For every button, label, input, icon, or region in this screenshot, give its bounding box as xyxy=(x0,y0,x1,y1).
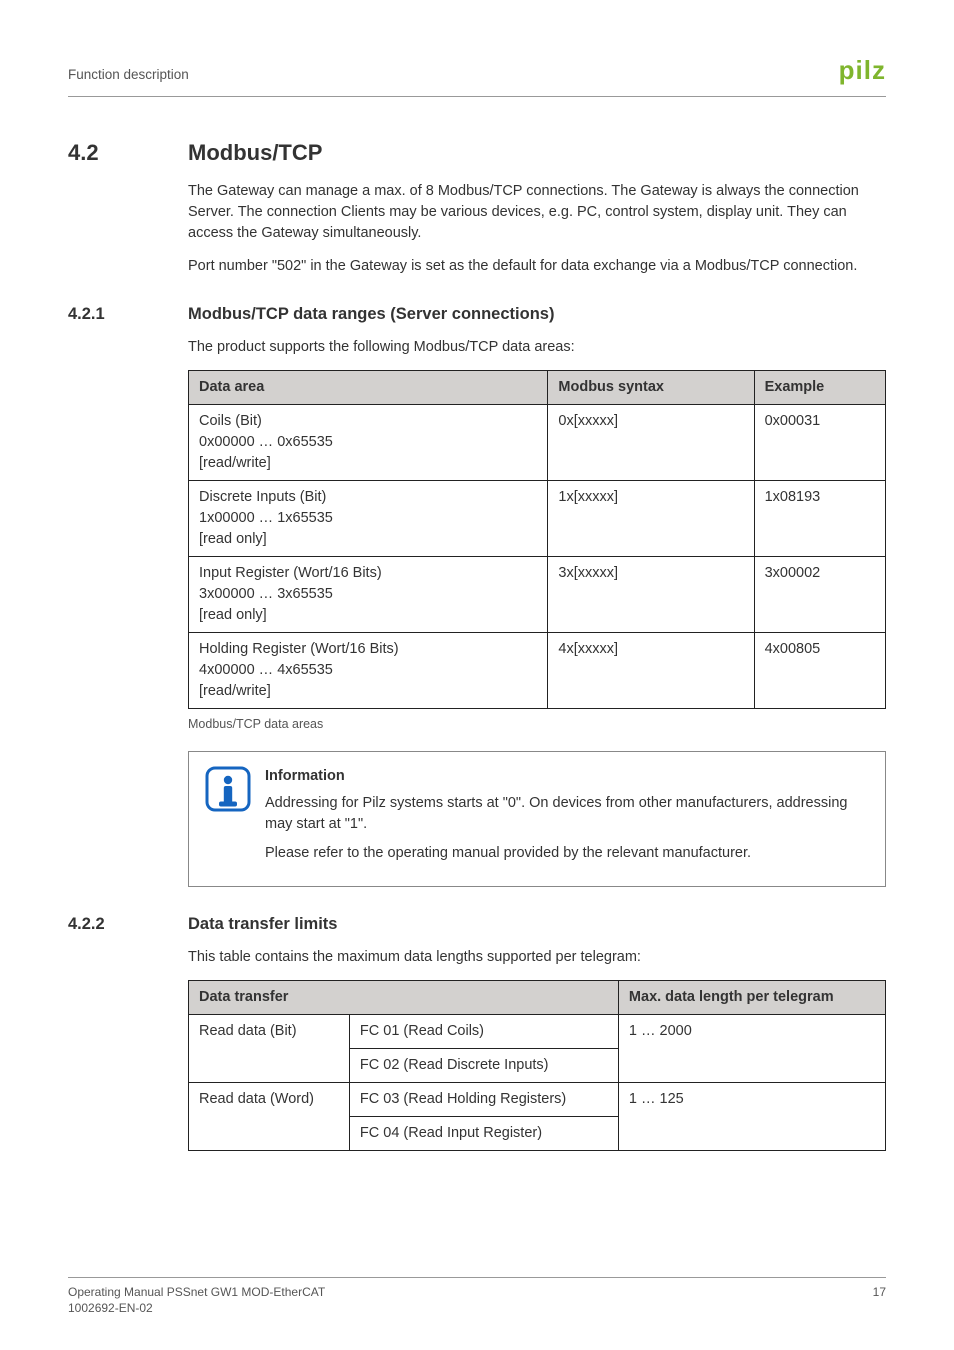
heading-number: 4.2.1 xyxy=(68,303,188,327)
table-cell: 1x[xxxxx] xyxy=(548,480,754,556)
heading-number: 4.2.2 xyxy=(68,913,188,937)
information-box: Information Addressing for Pilz systems … xyxy=(188,751,886,887)
table-cell: FC 02 (Read Discrete Inputs) xyxy=(349,1048,618,1082)
table-cell: FC 04 (Read Input Register) xyxy=(349,1116,618,1150)
table-cell: FC 01 (Read Coils) xyxy=(349,1014,618,1048)
table-cell: Read data (Bit) xyxy=(189,1014,350,1082)
heading-title: Data transfer limits xyxy=(188,913,886,937)
table-cell: 1 … 2000 xyxy=(618,1014,885,1082)
info-paragraph: Addressing for Pilz systems starts at "0… xyxy=(265,793,869,835)
table-cell: FC 03 (Read Holding Registers) xyxy=(349,1082,618,1116)
table-caption: Modbus/TCP data areas xyxy=(188,715,886,733)
footer-doc-id: 1002692-EN-02 xyxy=(68,1300,325,1316)
modbus-data-areas-table: Data area Modbus syntax Example Coils (B… xyxy=(188,370,886,709)
table-cell: Discrete Inputs (Bit)1x00000 … 1x65535[r… xyxy=(189,480,548,556)
paragraph: This table contains the maximum data len… xyxy=(188,947,886,968)
table-cell: Input Register (Wort/16 Bits)3x00000 … 3… xyxy=(189,556,548,632)
table-cell: 4x[xxxxx] xyxy=(548,632,754,708)
heading-title: Modbus/TCP data ranges (Server connectio… xyxy=(188,303,886,327)
table-cell: 0x00031 xyxy=(754,404,885,480)
table-cell: 4x00805 xyxy=(754,632,885,708)
brand-logo: pilz xyxy=(839,52,886,90)
table-cell: Holding Register (Wort/16 Bits)4x00000 …… xyxy=(189,632,548,708)
table-cell: Coils (Bit)0x00000 … 0x65535[read/write] xyxy=(189,404,548,480)
paragraph: The product supports the following Modbu… xyxy=(188,337,886,358)
heading-number: 4.2 xyxy=(68,137,188,169)
header-section-label: Function description xyxy=(68,65,189,85)
table-header: Modbus syntax xyxy=(548,370,754,404)
information-icon xyxy=(205,766,251,812)
footer-page-number: 17 xyxy=(873,1284,886,1316)
table-cell: Read data (Word) xyxy=(189,1082,350,1150)
table-header: Example xyxy=(754,370,885,404)
heading-4-2-2: 4.2.2 Data transfer limits xyxy=(68,913,886,937)
table-header: Data area xyxy=(189,370,548,404)
heading-4-2: 4.2 Modbus/TCP xyxy=(68,137,886,169)
heading-title: Modbus/TCP xyxy=(188,137,886,169)
page-header: Function description pilz xyxy=(68,52,886,97)
info-paragraph: Please refer to the operating manual pro… xyxy=(265,843,869,864)
data-transfer-limits-table: Data transfer Max. data length per teleg… xyxy=(188,980,886,1151)
table-cell: 1x08193 xyxy=(754,480,885,556)
paragraph: Port number "502" in the Gateway is set … xyxy=(188,256,886,277)
table-cell: 3x00002 xyxy=(754,556,885,632)
heading-4-2-1: 4.2.1 Modbus/TCP data ranges (Server con… xyxy=(68,303,886,327)
table-header: Max. data length per telegram xyxy=(618,980,885,1014)
table-header: Data transfer xyxy=(189,980,619,1014)
table-cell: 1 … 125 xyxy=(618,1082,885,1150)
footer-doc-title: Operating Manual PSSnet GW1 MOD-EtherCAT xyxy=(68,1284,325,1300)
paragraph: The Gateway can manage a max. of 8 Modbu… xyxy=(188,181,886,244)
page-footer: Operating Manual PSSnet GW1 MOD-EtherCAT… xyxy=(68,1277,886,1316)
table-cell: 0x[xxxxx] xyxy=(548,404,754,480)
info-title: Information xyxy=(265,766,869,787)
table-cell: 3x[xxxxx] xyxy=(548,556,754,632)
